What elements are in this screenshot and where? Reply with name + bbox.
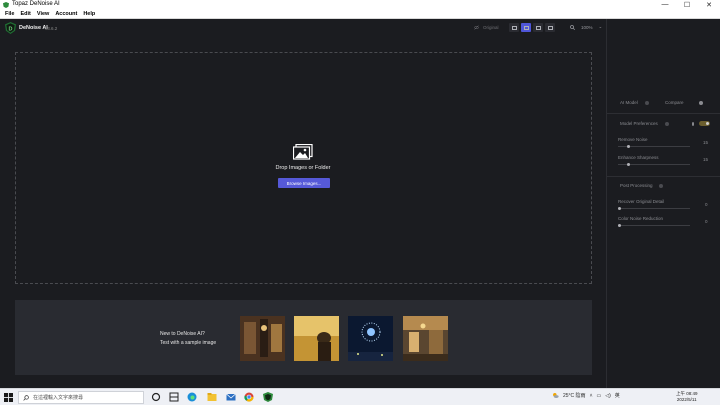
model-preferences-toggle[interactable] bbox=[699, 121, 710, 126]
zoom-level: 100% bbox=[581, 24, 593, 30]
taskbar-search-input[interactable]: 在這裡輸入文字來搜尋 bbox=[18, 391, 144, 404]
single-view-icon bbox=[511, 25, 517, 30]
recover-detail-handle[interactable] bbox=[618, 207, 621, 210]
app-window: D DeNoise AI v3.6.2 Original 100% ⌄ Drop… bbox=[0, 19, 720, 388]
ai-model-label[interactable]: AI Model bbox=[620, 100, 638, 105]
color-noise-slider[interactable] bbox=[618, 225, 690, 226]
window-title: Topaz DeNoise AI bbox=[12, 1, 60, 7]
widgets-icon[interactable] bbox=[169, 392, 179, 402]
clock-date: 2022/5/11 bbox=[676, 397, 697, 402]
system-tray: 25°C 陰雨 ˄ ▭ ◁) 英 bbox=[552, 392, 620, 399]
side-by-side-button[interactable] bbox=[533, 23, 543, 32]
color-noise-label: Color Noise Reduction bbox=[618, 216, 664, 221]
app-name: DeNoise AI bbox=[19, 25, 48, 31]
search-icon bbox=[23, 394, 29, 401]
weather-status[interactable]: 25°C 陰雨 bbox=[563, 392, 586, 399]
menu-bar: File Edit View Account Help bbox=[0, 9, 720, 19]
edge-browser-icon[interactable] bbox=[187, 392, 197, 402]
enhance-sharpness-value[interactable]: 15 bbox=[703, 157, 708, 162]
title-bar: Topaz DeNoise AI — ☐ ✕ bbox=[0, 0, 720, 9]
windows-start-icon[interactable] bbox=[4, 393, 13, 402]
task-view-icon[interactable] bbox=[151, 392, 161, 402]
single-view-button[interactable] bbox=[509, 23, 519, 32]
images-icon bbox=[293, 144, 313, 160]
volume-icon[interactable]: ◁) bbox=[605, 393, 611, 399]
sample-thumbnail-street[interactable] bbox=[403, 316, 448, 361]
sample-thumbnail-interior[interactable] bbox=[240, 316, 285, 361]
info-icon bbox=[645, 101, 649, 105]
sample-thumbnail-fireworks[interactable] bbox=[348, 316, 393, 361]
chrome-icon[interactable] bbox=[244, 392, 254, 402]
zoom-icon bbox=[570, 24, 575, 30]
app-header: D DeNoise AI v3.6.2 Original 100% ⌄ bbox=[0, 19, 606, 39]
denoise-logo-icon: D bbox=[5, 22, 16, 34]
split-view-icon bbox=[523, 25, 529, 30]
color-noise-value[interactable]: 0 bbox=[705, 219, 708, 224]
close-button[interactable]: ✕ bbox=[698, 0, 720, 9]
view-mode-buttons bbox=[509, 23, 555, 32]
network-icon[interactable]: ▭ bbox=[596, 393, 601, 399]
denoise-taskbar-icon[interactable] bbox=[263, 392, 273, 402]
enhance-sharpness-handle[interactable] bbox=[627, 163, 630, 166]
sample-prompt-title: New to DeNoise AI? bbox=[160, 331, 205, 337]
search-placeholder: 在這裡輸入文字來搜尋 bbox=[33, 395, 84, 401]
mail-icon[interactable] bbox=[226, 392, 236, 402]
chevron-down-icon: ⌄ bbox=[598, 24, 603, 29]
comparison-grid-button[interactable] bbox=[545, 23, 555, 32]
minimize-button[interactable]: — bbox=[654, 0, 676, 9]
recover-detail-label: Recover Original Detail bbox=[618, 199, 665, 204]
compare-toggle[interactable] bbox=[699, 101, 703, 105]
recover-detail-slider[interactable] bbox=[618, 208, 690, 209]
divider bbox=[607, 176, 720, 177]
model-preferences-label: Model Preferences bbox=[620, 121, 658, 126]
sample-prompt: New to DeNoise AI? Test with a sample im… bbox=[160, 330, 216, 348]
menu-file[interactable]: File bbox=[5, 11, 14, 17]
recover-detail-value[interactable]: 0 bbox=[705, 202, 708, 207]
color-noise-handle[interactable] bbox=[618, 224, 621, 227]
system-clock[interactable]: 上午 08:49 2022/5/11 bbox=[676, 391, 698, 403]
original-toggle[interactable]: Original bbox=[474, 25, 499, 30]
app-version: v3.6.2 bbox=[45, 25, 58, 31]
sample-thumbnail-portrait[interactable] bbox=[294, 316, 339, 361]
compare-label: Compare bbox=[665, 100, 684, 105]
menu-edit[interactable]: Edit bbox=[20, 11, 30, 17]
post-processing-label: Post Processing bbox=[620, 183, 653, 188]
remove-noise-label: Remove Noise bbox=[618, 137, 648, 142]
input-method-indicator[interactable]: 英 bbox=[615, 392, 620, 399]
app-icon bbox=[3, 1, 9, 8]
info-icon bbox=[665, 122, 669, 126]
weather-icon bbox=[553, 393, 559, 398]
file-explorer-icon[interactable] bbox=[207, 392, 217, 402]
info-icon bbox=[659, 184, 663, 188]
svg-text:D: D bbox=[9, 26, 13, 32]
browse-images-button[interactable]: Browse Images... bbox=[278, 178, 330, 188]
drop-instructions: Drop Images or Folder bbox=[275, 165, 331, 171]
eye-off-icon bbox=[474, 25, 479, 30]
chevron-up-icon[interactable]: ˄ bbox=[590, 393, 593, 399]
menu-account[interactable]: Account bbox=[55, 11, 77, 17]
zoom-control[interactable]: 100% ⌄ bbox=[570, 24, 602, 30]
remove-noise-handle[interactable] bbox=[627, 145, 630, 148]
sample-prompt-subtitle: Test with a sample image bbox=[160, 340, 217, 346]
menu-help[interactable]: Help bbox=[83, 11, 95, 17]
divider bbox=[607, 113, 720, 114]
side-by-side-icon bbox=[535, 25, 541, 30]
split-view-button[interactable] bbox=[521, 23, 531, 32]
remove-noise-value[interactable]: 15 bbox=[703, 140, 708, 145]
taskbar: 在這裡輸入文字來搜尋 25°C 陰雨 ˄ ▭ ◁) 英 上午 08:49 202… bbox=[0, 388, 720, 405]
grid-view-icon bbox=[547, 25, 553, 30]
enhance-sharpness-label: Enhance Sharpness bbox=[618, 155, 659, 160]
menu-view[interactable]: View bbox=[37, 11, 49, 17]
maximize-button[interactable]: ☐ bbox=[676, 0, 698, 9]
sample-images-panel: New to DeNoise AI? Test with a sample im… bbox=[15, 300, 592, 375]
original-label: Original bbox=[483, 25, 499, 30]
auto-indicator bbox=[692, 122, 694, 126]
settings-panel: AI Model Compare Model Preferences Remov… bbox=[606, 19, 720, 388]
